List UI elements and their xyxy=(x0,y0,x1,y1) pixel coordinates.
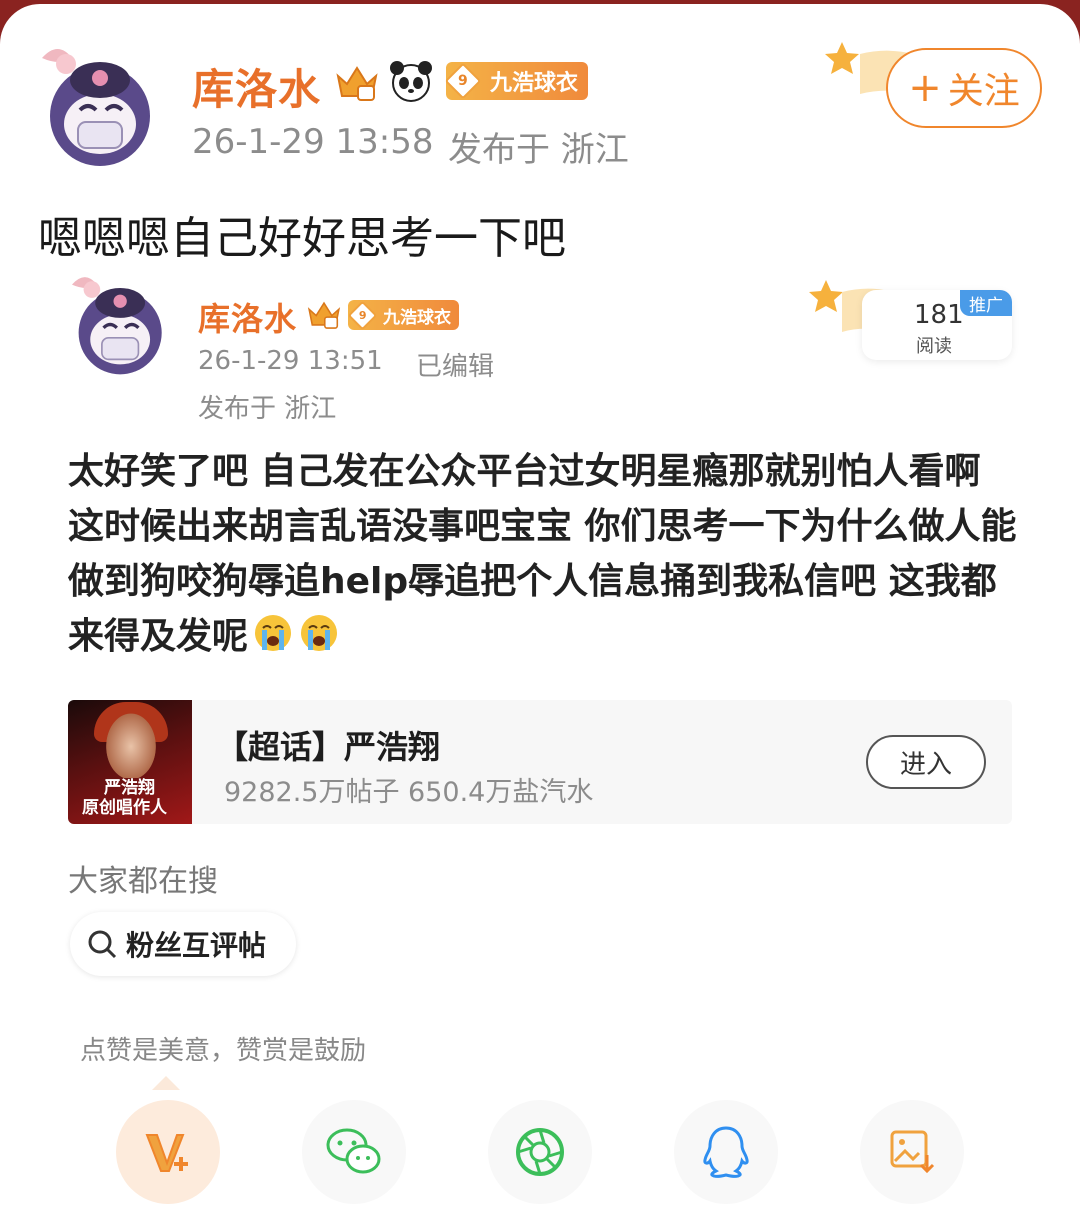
trending-search-header: 大家都在搜 xyxy=(68,864,218,899)
topic-stats: 9282.5万帖子 650.4万盐汽水 xyxy=(224,777,594,808)
post-location: 发布于 浙江 xyxy=(448,130,629,170)
promo-tag: 推广 xyxy=(960,290,1012,316)
read-label: 阅读 xyxy=(916,336,952,357)
crown-vip-icon xyxy=(307,301,341,329)
original-post-time: 26-1-29 13:51 xyxy=(198,346,383,376)
search-chip-label: 粉丝互评帖 xyxy=(126,929,267,962)
wechat-icon xyxy=(326,1128,381,1174)
original-post-location: 发布于 浙江 xyxy=(198,394,337,424)
weibo-post-screen: 库洛水 9 九浩球衣 26-1-29 13:58 发布于 浙江 + 关注 嗯嗯嗯… xyxy=(0,4,1080,1213)
share-moments-button[interactable] xyxy=(488,1100,592,1204)
moments-icon xyxy=(516,1128,564,1176)
follow-button[interactable]: + 关注 xyxy=(886,48,1042,128)
enter-button[interactable]: 进入 xyxy=(866,735,986,789)
topic-title: 【超话】严浩翔 xyxy=(216,728,441,766)
save-image-icon xyxy=(890,1130,935,1174)
kuromi-avatar-icon xyxy=(71,277,162,375)
level-badge[interactable]: 9 九浩球衣 xyxy=(444,62,589,100)
reward-hint: 点赞是美意，赞赏是鼓励 xyxy=(80,1036,367,1066)
search-suggestion-chip[interactable]: 粉丝互评帖 xyxy=(70,912,296,976)
plus-icon: + xyxy=(908,65,942,111)
avatar[interactable] xyxy=(30,38,160,168)
level-badge-label: 九浩球衣 xyxy=(490,71,579,96)
edited-label[interactable]: 已编辑 xyxy=(416,346,494,383)
original-avatar[interactable] xyxy=(62,266,170,378)
qq-icon xyxy=(703,1126,749,1178)
original-author-name[interactable]: 库洛水 xyxy=(198,294,297,340)
post-body-text: 太好笑了吧 自己发在公众平台过女明星瘾那就别怕人看啊 这时候出来胡言乱语没事吧宝… xyxy=(68,451,1017,657)
author-name[interactable]: 库洛水 xyxy=(192,56,321,117)
post-body: 太好笑了吧 自己发在公众平台过女明星瘾那就别怕人看啊 这时候出来胡言乱语没事吧宝… xyxy=(68,444,1018,664)
repost-text: 嗯嗯嗯自己好好思考一下吧 xyxy=(38,213,566,264)
share-wechat-button[interactable] xyxy=(302,1100,406,1204)
super-topic-card[interactable]: 严浩翔 原创唱作人 【超话】严浩翔 9282.5万帖子 650.4万盐汽水 进入 xyxy=(68,700,1012,824)
save-image-button[interactable] xyxy=(860,1100,964,1204)
topic-cover-image: 严浩翔 原创唱作人 xyxy=(68,700,192,824)
read-count: 181 xyxy=(914,300,964,330)
level-badge-label: 九浩球衣 xyxy=(383,307,451,328)
post-time: 26-1-29 13:58 xyxy=(192,122,434,162)
reward-button[interactable] xyxy=(116,1100,220,1204)
follow-label: 关注 xyxy=(947,71,1020,112)
panda-icon xyxy=(390,61,432,102)
reward-icon xyxy=(145,1134,188,1172)
level-badge[interactable]: 9 九浩球衣 xyxy=(347,300,459,330)
search-icon xyxy=(88,930,117,959)
share-qq-button[interactable] xyxy=(674,1100,778,1204)
crying-emoji-icon xyxy=(255,615,292,651)
kuromi-avatar-icon xyxy=(42,49,150,166)
crying-emoji-icon xyxy=(301,615,338,651)
crown-vip-icon xyxy=(336,66,378,101)
